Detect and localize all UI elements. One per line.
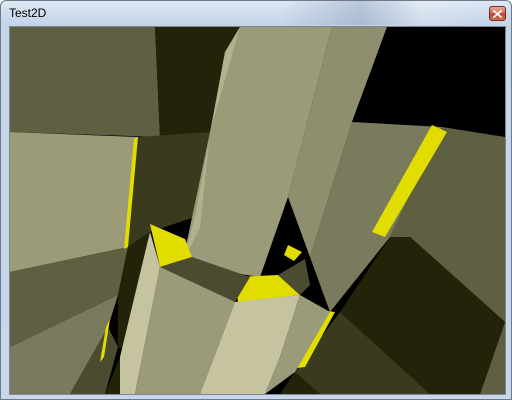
title-bar[interactable]: Test2D: [1, 1, 511, 25]
window-title: Test2D: [9, 6, 47, 20]
title-bar-glass: [281, 1, 481, 25]
close-button[interactable]: [489, 6, 506, 21]
close-icon: [493, 9, 502, 18]
3d-scene: [10, 27, 505, 394]
wall-upper-left: [10, 27, 160, 137]
app-window: Test2D: [0, 0, 512, 400]
render-viewport[interactable]: [9, 26, 506, 395]
